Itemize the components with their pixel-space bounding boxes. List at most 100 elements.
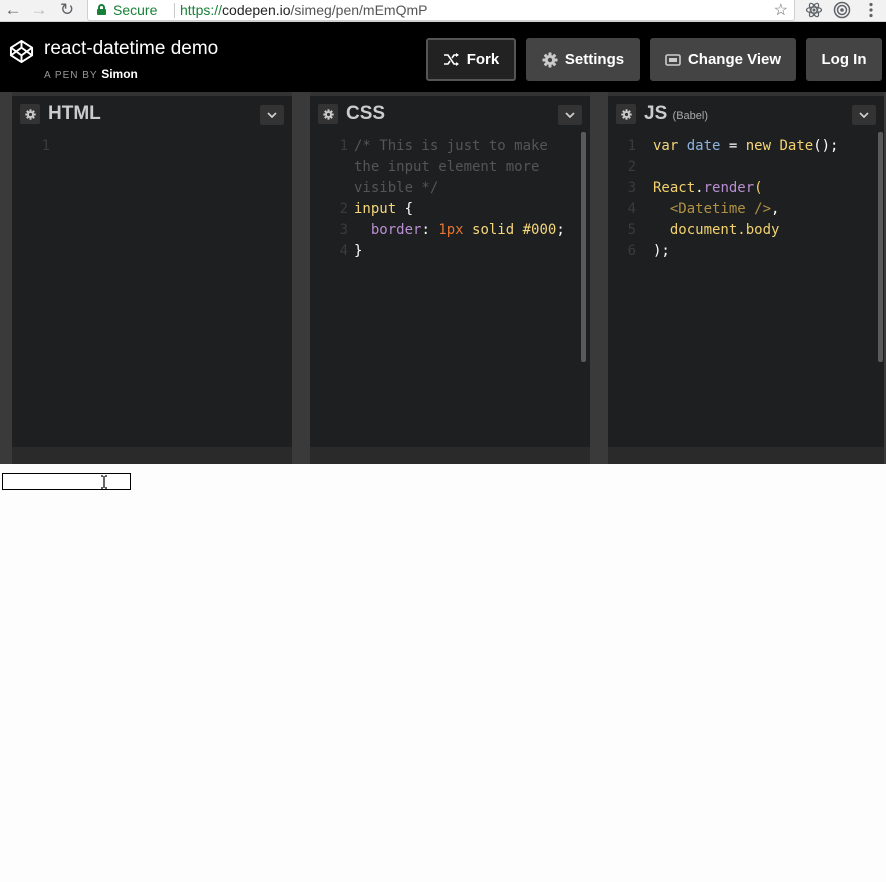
html-settings-button[interactable] xyxy=(20,104,40,124)
code-token: ; xyxy=(556,222,565,238)
code-line: document.body xyxy=(653,220,780,241)
author-link[interactable]: Simon xyxy=(101,67,138,81)
result-preview xyxy=(0,464,886,882)
codepen-header: react-datetime demo A PEN BY Simon Fork … xyxy=(0,22,886,92)
browser-toolbar: ← → ↻ Secure https://codepen.io/simeg/pe… xyxy=(0,0,886,22)
change-view-button[interactable]: Change View xyxy=(650,38,796,81)
jsx-tag: <Datetime /> xyxy=(669,201,772,217)
change-view-label: Change View xyxy=(687,51,782,68)
html-editor-title: HTML xyxy=(48,103,101,124)
line-number: 3 xyxy=(627,180,636,196)
code-line: input { xyxy=(354,199,413,220)
line-number: 6 xyxy=(627,243,636,259)
line-number: 1 xyxy=(339,138,348,154)
line-number: 5 xyxy=(627,222,636,238)
lock-icon xyxy=(97,4,106,15)
code-line: <Datetime />, xyxy=(653,199,780,220)
back-icon[interactable]: ← xyxy=(2,1,24,19)
line-number: 4 xyxy=(339,243,348,259)
line-number: 2 xyxy=(627,159,636,175)
css-value: solid #000 xyxy=(463,222,557,238)
url-path: /simeg/pen/mEmQmP xyxy=(290,2,428,18)
js-preprocessor-label: (Babel) xyxy=(672,110,708,122)
url-text[interactable]: https://codepen.io/simeg/pen/mEmQmP xyxy=(180,2,427,18)
reload-icon[interactable]: ↻ xyxy=(56,1,78,19)
code-line: ); xyxy=(653,243,670,259)
js-editor-title: JS (Babel) xyxy=(644,103,708,125)
settings-button[interactable]: Settings xyxy=(526,38,640,81)
resize-handle-left[interactable] xyxy=(0,92,12,464)
secure-label: Secure xyxy=(113,2,158,18)
code-token: = xyxy=(720,138,746,154)
url-scheme: https:// xyxy=(180,2,223,18)
chevron-down-icon xyxy=(267,112,277,118)
js-title-text: JS xyxy=(644,103,668,124)
js-collapse-button[interactable] xyxy=(852,105,876,125)
code-line: border: 1px solid #000; xyxy=(354,220,565,241)
code-comment-line: visible */ xyxy=(354,180,439,196)
line-number: 2 xyxy=(339,201,348,217)
pen-title: react-datetime demo xyxy=(44,38,219,59)
line-number: 3 xyxy=(339,222,348,238)
pen-by-label: A PEN BY xyxy=(44,70,98,81)
forward-icon[interactable]: → xyxy=(28,1,50,19)
js-method: render xyxy=(703,180,755,196)
code-token: : xyxy=(421,222,439,238)
resize-handle-html-css[interactable] xyxy=(292,92,310,464)
code-token: (); xyxy=(813,138,839,154)
codepen-logo-icon[interactable] xyxy=(9,39,34,64)
resize-handle-css-js[interactable] xyxy=(590,92,608,464)
js-variable: date xyxy=(686,138,721,154)
code-token: ( xyxy=(754,180,763,196)
html-editor-header: HTML xyxy=(12,92,292,128)
bookmark-star-icon[interactable]: ☆ xyxy=(774,0,788,20)
line-number: 4 xyxy=(627,201,636,217)
layout-icon xyxy=(665,53,681,66)
code-line: } xyxy=(354,243,363,259)
html-collapse-button[interactable] xyxy=(260,105,284,125)
code-comment-line: the input element more xyxy=(354,159,540,175)
chevron-down-icon xyxy=(565,112,575,118)
gear-icon xyxy=(322,108,334,120)
log-in-label: Log In xyxy=(821,51,867,68)
gear-icon xyxy=(24,108,36,120)
address-bar[interactable]: Secure https://codepen.io/simeg/pen/mEmQ… xyxy=(87,0,795,21)
js-settings-button[interactable] xyxy=(616,104,636,124)
code-comment-line: /* This is just to make xyxy=(354,138,548,154)
chevron-down-icon xyxy=(859,112,869,118)
datetime-input[interactable] xyxy=(2,473,131,490)
log-in-button[interactable]: Log In xyxy=(806,38,882,81)
js-editor: JS (Babel) 1 2 3 4 5 6 var date = new Da… xyxy=(608,92,884,447)
js-expression: document.body xyxy=(669,222,780,238)
js-scrollbar[interactable] xyxy=(878,132,883,362)
pen-author-line: A PEN BY Simon xyxy=(44,67,138,81)
css-editor-header: CSS xyxy=(310,92,590,128)
react-devtools-icon[interactable] xyxy=(805,1,823,19)
menu-icon[interactable] xyxy=(862,1,880,19)
url-host: codepen.io xyxy=(222,2,291,18)
css-scrollbar[interactable] xyxy=(581,132,586,362)
js-function: Date xyxy=(779,138,814,154)
css-editor: CSS 1 2 3 4 /* This is just to make the … xyxy=(310,92,590,447)
code-token: . xyxy=(695,180,704,196)
settings-label: Settings xyxy=(564,51,625,68)
text-cursor-icon xyxy=(101,475,107,489)
js-editor-header: JS (Babel) xyxy=(608,92,884,128)
css-property: border xyxy=(370,222,422,238)
css-selector: input xyxy=(354,201,397,217)
editor-panels: HTML 1 CSS 1 2 3 4 /* This is just to ma… xyxy=(0,92,886,464)
css-editor-title: CSS xyxy=(346,103,386,124)
gear-icon xyxy=(620,108,632,120)
code-token: { xyxy=(396,201,414,217)
js-object: React xyxy=(653,180,696,196)
js-keyword: new xyxy=(745,138,772,154)
fork-button[interactable]: Fork xyxy=(426,38,516,81)
fork-label: Fork xyxy=(466,51,500,68)
html-editor: HTML 1 xyxy=(12,92,292,447)
css-number: 1px xyxy=(438,222,464,238)
target-icon[interactable] xyxy=(833,1,851,19)
css-collapse-button[interactable] xyxy=(558,105,582,125)
omnibox-divider xyxy=(174,3,175,18)
css-settings-button[interactable] xyxy=(318,104,338,124)
code-line: React.render( xyxy=(653,178,763,199)
